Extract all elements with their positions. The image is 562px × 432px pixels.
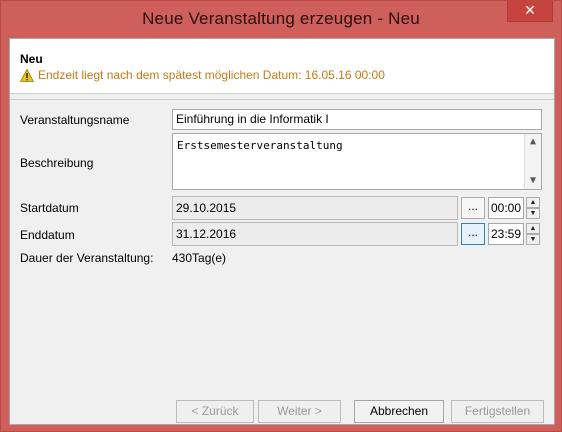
end-date-field: 31.12.2016 [172, 222, 458, 246]
start-date-field: 29.10.2015 [172, 196, 458, 220]
scroll-up-icon[interactable]: ▲ [525, 134, 541, 150]
name-input[interactable]: Einführung in die Informatik I [172, 109, 542, 130]
wizard-header: Neu Endzeit liegt nach dem spätest mögli… [10, 39, 554, 94]
close-button[interactable]: ✕ [507, 1, 553, 22]
duration-value: 430Tag(e) [172, 251, 226, 265]
finish-button[interactable]: Fertigstellen [451, 400, 544, 423]
end-date-picker-button[interactable]: ... [461, 223, 485, 245]
next-button[interactable]: Weiter > [258, 400, 341, 423]
start-time-input[interactable]: 00:00 [488, 197, 524, 219]
description-textarea[interactable]: Erstsemesterveranstaltung ▲ ▼ [172, 133, 542, 190]
spin-down-icon[interactable]: ▼ [526, 234, 540, 245]
duration-label: Dauer der Veranstaltung: [20, 251, 153, 265]
description-scrollbar[interactable]: ▲ ▼ [524, 134, 541, 189]
back-button[interactable]: < Zurück [176, 400, 254, 423]
dialog-window: Neue Veranstaltung erzeugen - Neu ✕ Neu … [0, 0, 562, 432]
start-time-spinner[interactable]: ▲ ▼ [526, 197, 540, 219]
end-date-label: Enddatum [20, 228, 75, 242]
name-label: Veranstaltungsname [20, 113, 129, 127]
warning-message: Endzeit liegt nach dem spätest möglichen… [20, 68, 385, 82]
start-date-picker-button[interactable]: ... [461, 197, 485, 219]
spin-down-icon[interactable]: ▼ [526, 208, 540, 219]
description-label: Beschreibung [20, 156, 93, 170]
spin-up-icon[interactable]: ▲ [526, 223, 540, 234]
warning-icon [20, 69, 34, 82]
spin-up-icon[interactable]: ▲ [526, 197, 540, 208]
dialog-content: Neu Endzeit liegt nach dem spätest mögli… [9, 38, 555, 425]
title-bar[interactable]: Neue Veranstaltung erzeugen - Neu ✕ [1, 1, 561, 38]
end-time-spinner[interactable]: ▲ ▼ [526, 223, 540, 245]
header-title: Neu [20, 52, 43, 66]
window-title: Neue Veranstaltung erzeugen - Neu [1, 9, 561, 29]
close-icon: ✕ [524, 2, 536, 18]
end-time-input[interactable]: 23:59 [488, 223, 524, 245]
separator [10, 99, 554, 100]
description-text: Erstsemesterveranstaltung [177, 139, 343, 152]
cancel-button[interactable]: Abbrechen [354, 400, 444, 423]
start-date-label: Startdatum [20, 201, 79, 215]
warning-text: Endzeit liegt nach dem spätest möglichen… [38, 68, 385, 82]
scroll-down-icon[interactable]: ▼ [525, 173, 541, 189]
